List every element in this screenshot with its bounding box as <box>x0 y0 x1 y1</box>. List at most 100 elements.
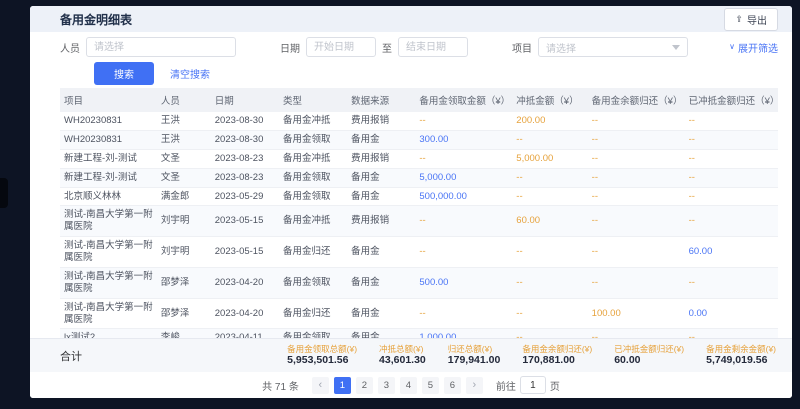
person-select-input[interactable] <box>86 37 236 57</box>
table-cell: 测试-南昌大学第一附属医院 <box>60 298 157 329</box>
table-cell: 备用金 <box>347 130 415 149</box>
table-row: 测试-南昌大学第一附属医院刘宇明2023-05-15备用金冲抵费用报销--60.… <box>60 206 778 237</box>
table-cell: -- <box>512 267 587 298</box>
column-header: 类型 <box>279 88 347 112</box>
table-cell: 备用金归还 <box>279 298 347 329</box>
goto-page-group: 前往 页 <box>496 376 560 394</box>
column-header: 备用金领取金额（¥） <box>415 88 512 112</box>
table-cell: 备用金领取 <box>279 130 347 149</box>
table-cell: 备用金 <box>347 187 415 206</box>
table-row: 新建工程-刘-测试文圣2023-08-23备用金领取备用金5,000.00---… <box>60 168 778 187</box>
table-cell: 2023-04-20 <box>211 267 279 298</box>
summary-item: 备用金领取总额(¥)5,953,501.56 <box>287 344 357 368</box>
next-page-button[interactable]: › <box>466 377 483 394</box>
table-cell: 刘宇明 <box>157 237 211 268</box>
goto-page-input[interactable] <box>520 376 546 394</box>
summary-item-value: 60.00 <box>614 354 684 368</box>
table-cell: 费用报销 <box>347 206 415 237</box>
table-cell: 邵梦泽 <box>157 298 211 329</box>
data-table: 项目人员日期类型数据来源备用金领取金额（¥）冲抵金额（¥）备用金余额归还（¥）已… <box>30 88 792 338</box>
date-filter-label: 日期 <box>280 40 300 55</box>
expand-filters-link[interactable]: ∨ 展开筛选 <box>729 40 778 55</box>
table-cell: -- <box>588 267 685 298</box>
sidebar-collapse-handle[interactable] <box>0 178 8 208</box>
table-cell: 测试-南昌大学第一附属医院 <box>60 267 157 298</box>
table-cell: 60.00 <box>685 237 778 268</box>
table-cell: WH20230831 <box>60 130 157 149</box>
summary-item-value: 43,601.30 <box>379 354 426 368</box>
table-cell: 费用报销 <box>347 112 415 130</box>
page-button-3[interactable]: 3 <box>378 377 395 394</box>
column-header: 日期 <box>211 88 279 112</box>
column-header: 数据来源 <box>347 88 415 112</box>
date-start-input[interactable] <box>306 37 376 57</box>
date-range-separator: 至 <box>382 40 392 55</box>
table-cell: 备用金领取 <box>279 168 347 187</box>
table-cell: 满金郎 <box>157 187 211 206</box>
project-select[interactable]: 请选择 <box>538 37 688 57</box>
page-button-6[interactable]: 6 <box>444 377 461 394</box>
table-cell: -- <box>685 112 778 130</box>
table-cell: 2023-04-11 <box>211 329 279 338</box>
person-filter-label: 人员 <box>60 40 80 55</box>
summary-row: 合计 备用金领取总额(¥)5,953,501.56 冲抵总额(¥)43,601.3… <box>30 338 792 372</box>
table-cell: 2023-08-23 <box>211 149 279 168</box>
summary-total-label: 合计 <box>60 348 82 364</box>
table-cell: 王洪 <box>157 130 211 149</box>
summary-item: 已冲抵金额归还(¥)60.00 <box>614 344 684 368</box>
summary-item-label: 备用金剩余金额(¥) <box>706 344 776 354</box>
table-body: WH20230831王洪2023-08-30备用金冲抵费用报销--200.00-… <box>60 112 778 338</box>
chevron-down-icon: ∨ <box>729 43 735 51</box>
table-cell: -- <box>685 329 778 338</box>
page-button-5[interactable]: 5 <box>422 377 439 394</box>
table-cell: 2023-05-15 <box>211 206 279 237</box>
page-button-4[interactable]: 4 <box>400 377 417 394</box>
table-cell: 备用金归还 <box>279 237 347 268</box>
table-cell: 2023-05-15 <box>211 237 279 268</box>
table-row: WH20230831王洪2023-08-30备用金冲抵费用报销--200.00-… <box>60 112 778 130</box>
table-cell: 李峻 <box>157 329 211 338</box>
expand-filters-label: 展开筛选 <box>738 40 778 55</box>
table-cell: 备用金领取 <box>279 267 347 298</box>
table-cell: 新建工程-刘-测试 <box>60 149 157 168</box>
summary-item-value: 170,881.00 <box>522 354 592 368</box>
summary-item: 备用金剩余金额(¥)5,749,019.56 <box>706 344 776 368</box>
table-cell: 刘宇明 <box>157 206 211 237</box>
table-cell: 备用金 <box>347 298 415 329</box>
export-button[interactable]: ⇪ 导出 <box>724 8 778 31</box>
table-cell: 王洪 <box>157 112 211 130</box>
page-button-1[interactable]: 1 <box>334 377 351 394</box>
page-button-2[interactable]: 2 <box>356 377 373 394</box>
table-cell: 备用金冲抵 <box>279 206 347 237</box>
summary-item-label: 备用金余额归还(¥) <box>522 344 592 354</box>
search-button[interactable]: 搜索 <box>94 62 154 85</box>
table-cell: 备用金领取 <box>279 187 347 206</box>
table-row: lx测试2李峻2023-04-11备用金领取备用金1,000.00------ <box>60 329 778 338</box>
prev-page-button[interactable]: ‹ <box>312 377 329 394</box>
date-end-input[interactable] <box>398 37 468 57</box>
table-cell: 新建工程-刘-测试 <box>60 168 157 187</box>
table-cell: 北京顺义林林 <box>60 187 157 206</box>
column-header: 人员 <box>157 88 211 112</box>
table-cell: 备用金 <box>347 237 415 268</box>
table-cell: -- <box>512 298 587 329</box>
person-filter-group: 人员 <box>60 37 236 57</box>
table-cell: 备用金 <box>347 168 415 187</box>
summary-item-label: 冲抵总额(¥) <box>379 344 426 354</box>
clear-search-link[interactable]: 清空搜索 <box>170 66 210 81</box>
table-cell: -- <box>588 206 685 237</box>
summary-item-label: 已冲抵金额归还(¥) <box>614 344 684 354</box>
table-cell: lx测试2 <box>60 329 157 338</box>
table-cell: 5,000.00 <box>512 149 587 168</box>
card-header: 备用金明细表 ⇪ 导出 <box>30 6 792 32</box>
table-cell: -- <box>588 149 685 168</box>
chevron-down-icon <box>672 45 680 50</box>
table-row: 测试-南昌大学第一附属医院刘宇明2023-05-15备用金归还备用金------… <box>60 237 778 268</box>
table-cell: 备用金 <box>347 329 415 338</box>
table-cell: -- <box>685 149 778 168</box>
table-cell: -- <box>588 237 685 268</box>
table-cell: 100.00 <box>588 298 685 329</box>
table-cell: -- <box>685 187 778 206</box>
table-cell: -- <box>415 298 512 329</box>
table-cell: 60.00 <box>512 206 587 237</box>
